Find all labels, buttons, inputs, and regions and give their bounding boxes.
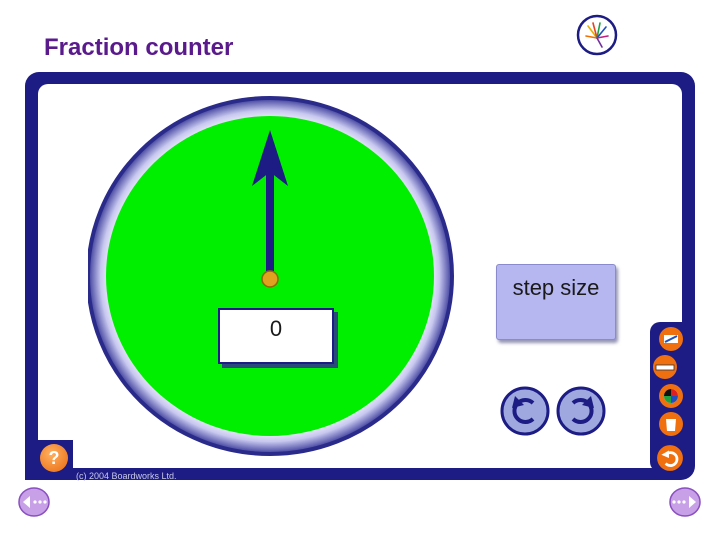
help-button[interactable]: ?: [40, 444, 68, 472]
next-slide-button[interactable]: [668, 486, 702, 518]
rotate-cw-icon: [556, 386, 606, 436]
undo-icon: [657, 445, 683, 471]
eraser-icon: [653, 355, 677, 379]
arrow-left-icon: [18, 487, 50, 517]
boardworks-logo: [576, 14, 618, 56]
bin-icon: [659, 412, 683, 436]
tool-pen[interactable]: [658, 326, 684, 352]
tool-undo[interactable]: [656, 444, 684, 472]
arrow-right-icon: [669, 487, 701, 517]
tool-bin[interactable]: [658, 411, 684, 437]
color-wheel-icon: [659, 384, 683, 408]
rotate-counterclockwise-button[interactable]: [500, 386, 550, 436]
page-title: Fraction counter: [44, 34, 234, 61]
copyright-text: (c) 2004 Boardworks Ltd.: [76, 471, 177, 481]
rotate-ccw-icon: [500, 386, 550, 436]
previous-slide-button[interactable]: [17, 486, 51, 518]
step-size-button[interactable]: step size: [496, 264, 616, 340]
tool-eraser[interactable]: [652, 354, 678, 380]
pointer-pivot: [261, 270, 279, 288]
counter-display: 0: [218, 308, 334, 364]
rotate-clockwise-button[interactable]: [556, 386, 606, 436]
counter-dial: [88, 96, 454, 456]
pen-icon: [659, 327, 683, 351]
tool-color-wheel[interactable]: [658, 383, 684, 409]
